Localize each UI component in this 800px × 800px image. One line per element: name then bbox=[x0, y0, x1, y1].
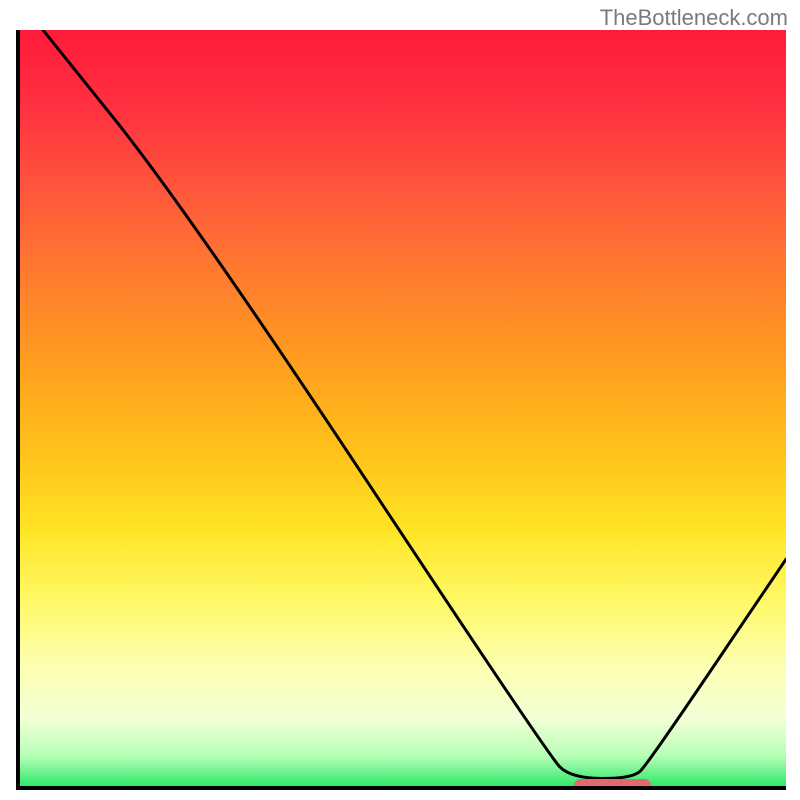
chart-plot-area bbox=[16, 30, 786, 790]
watermark-text: TheBottleneck.com bbox=[600, 5, 788, 31]
bottleneck-curve bbox=[20, 30, 786, 786]
optimal-range-marker bbox=[574, 779, 651, 790]
